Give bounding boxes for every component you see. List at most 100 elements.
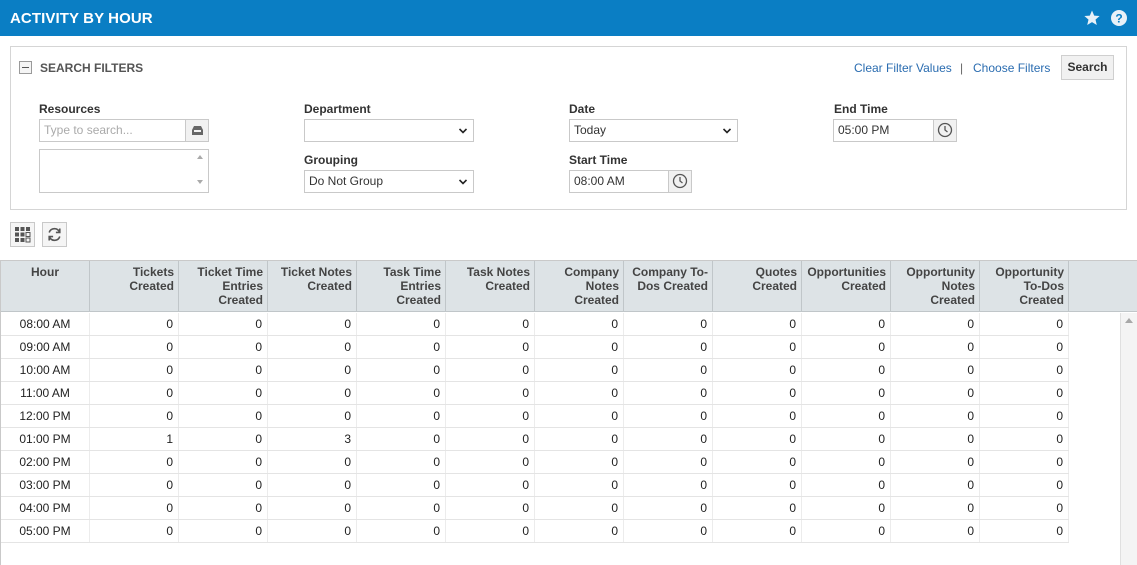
column-header[interactable]: Quotes Created	[713, 261, 802, 311]
grouping-select[interactable]: Do Not Group	[304, 170, 474, 193]
start-time-label: Start Time	[569, 153, 628, 167]
count-cell: 0	[179, 497, 268, 519]
count-cell: 0	[90, 313, 179, 335]
end-time-clock-button[interactable]	[933, 119, 957, 142]
count-cell: 0	[268, 405, 357, 427]
choose-filters-link[interactable]: Choose Filters	[973, 61, 1050, 75]
scroll-up-arrow[interactable]	[1125, 318, 1133, 323]
count-cell: 0	[980, 359, 1069, 381]
count-cell: 0	[90, 382, 179, 404]
table-row[interactable]: 05:00 PM 0 0 0 0 0 0 0 0 0 0 0	[1, 520, 1069, 543]
count-cell: 0	[713, 359, 802, 381]
count-cell: 0	[268, 336, 357, 358]
table-row[interactable]: 11:00 AM 0 0 0 0 0 0 0 0 0 0 0	[1, 382, 1069, 405]
table-scrollbar[interactable]	[1120, 313, 1137, 565]
count-cell: 0	[713, 428, 802, 450]
star-icon[interactable]	[1083, 9, 1101, 27]
column-header[interactable]: Opportunities Created	[802, 261, 891, 311]
table-row[interactable]: 04:00 PM 0 0 0 0 0 0 0 0 0 0 0	[1, 497, 1069, 520]
count-cell: 0	[535, 497, 624, 519]
column-header[interactable]: Ticket Notes Created	[268, 261, 357, 311]
search-button[interactable]: Search	[1061, 55, 1114, 80]
column-header[interactable]: Ticket Time Entries Created	[179, 261, 268, 311]
count-cell: 0	[268, 313, 357, 335]
end-time-label: End Time	[834, 102, 888, 116]
count-cell: 0	[90, 520, 179, 542]
table-row[interactable]: 10:00 AM 0 0 0 0 0 0 0 0 0 0 0	[1, 359, 1069, 382]
column-header[interactable]: Opportunity Notes Created	[891, 261, 980, 311]
count-cell: 0	[980, 382, 1069, 404]
count-cell: 0	[624, 428, 713, 450]
count-cell: 0	[446, 497, 535, 519]
count-cell: 0	[891, 359, 980, 381]
count-cell: 0	[446, 382, 535, 404]
table-row[interactable]: 09:00 AM 0 0 0 0 0 0 0 0 0 0 0	[1, 336, 1069, 359]
count-cell: 0	[713, 336, 802, 358]
count-cell: 0	[357, 520, 446, 542]
count-cell: 0	[357, 451, 446, 473]
grid-icon	[15, 227, 31, 243]
count-cell: 0	[446, 313, 535, 335]
help-icon[interactable]: ?	[1110, 9, 1128, 27]
count-cell: 0	[90, 474, 179, 496]
count-cell: 0	[802, 497, 891, 519]
date-select[interactable]: Today	[569, 119, 738, 142]
resources-placeholder: Type to search...	[44, 123, 133, 137]
count-cell: 0	[268, 382, 357, 404]
resources-list[interactable]	[39, 149, 209, 193]
table-row[interactable]: 03:00 PM 0 0 0 0 0 0 0 0 0 0 0	[1, 474, 1069, 497]
count-cell: 0	[357, 359, 446, 381]
count-cell: 0	[802, 313, 891, 335]
column-header[interactable]: Company To-Dos Created	[624, 261, 713, 311]
count-cell: 0	[446, 520, 535, 542]
count-cell: 0	[446, 428, 535, 450]
column-header[interactable]: Task Time Entries Created	[357, 261, 446, 311]
count-cell: 0	[980, 520, 1069, 542]
department-select[interactable]	[304, 119, 474, 142]
count-cell: 0	[90, 336, 179, 358]
column-header[interactable]: Task Notes Created	[446, 261, 535, 311]
count-cell: 0	[624, 451, 713, 473]
resources-search-input[interactable]: Type to search...	[39, 119, 186, 142]
hour-cell: 09:00 AM	[1, 336, 90, 358]
collapse-filters-button[interactable]	[19, 61, 32, 74]
hour-cell: 03:00 PM	[1, 474, 90, 496]
refresh-button[interactable]	[42, 222, 67, 247]
column-header[interactable]: Opportunity To-Dos Created	[980, 261, 1069, 311]
resources-list-scrollbar[interactable]	[193, 150, 208, 192]
count-cell: 0	[802, 451, 891, 473]
count-cell: 0	[179, 382, 268, 404]
count-cell: 0	[713, 520, 802, 542]
hour-cell: 04:00 PM	[1, 497, 90, 519]
column-header[interactable]: Tickets Created	[90, 261, 179, 311]
column-header[interactable]: Company Notes Created	[535, 261, 624, 311]
count-cell: 0	[624, 497, 713, 519]
clear-filter-values-link[interactable]: Clear Filter Values	[854, 61, 952, 75]
count-cell: 0	[535, 520, 624, 542]
count-cell: 0	[179, 520, 268, 542]
count-cell: 3	[268, 428, 357, 450]
count-cell: 0	[535, 336, 624, 358]
count-cell: 0	[535, 451, 624, 473]
column-chooser-button[interactable]	[10, 222, 35, 247]
count-cell: 0	[624, 382, 713, 404]
column-header[interactable]: Hour	[1, 261, 90, 311]
count-cell: 0	[624, 313, 713, 335]
table-row[interactable]: 08:00 AM 0 0 0 0 0 0 0 0 0 0 0	[1, 313, 1069, 336]
refresh-icon	[48, 227, 61, 242]
end-time-input[interactable]: 05:00 PM	[833, 119, 934, 142]
start-time-clock-button[interactable]	[668, 170, 692, 193]
page-title: ACTIVITY BY HOUR	[10, 10, 153, 27]
table-row[interactable]: 02:00 PM 0 0 0 0 0 0 0 0 0 0 0	[1, 451, 1069, 474]
table-row[interactable]: 01:00 PM 1 0 3 0 0 0 0 0 0 0 0	[1, 428, 1069, 451]
link-separator: |	[960, 61, 964, 75]
count-cell: 0	[535, 405, 624, 427]
count-cell: 0	[891, 451, 980, 473]
table-header: Hour Tickets Created Ticket Time Entries C…	[1, 261, 1137, 312]
count-cell: 0	[446, 336, 535, 358]
table-row[interactable]: 12:00 PM 0 0 0 0 0 0 0 0 0 0 0	[1, 405, 1069, 428]
resources-picker-button[interactable]	[185, 119, 209, 142]
start-time-input[interactable]: 08:00 AM	[569, 170, 669, 193]
count-cell: 0	[535, 313, 624, 335]
count-cell: 0	[713, 313, 802, 335]
